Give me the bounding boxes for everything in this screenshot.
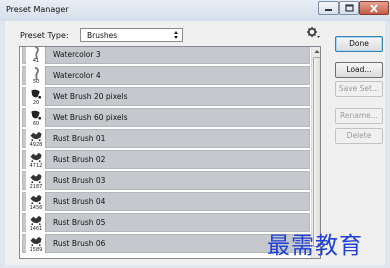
brush-size: 60 bbox=[32, 121, 40, 127]
rename-button[interactable]: Rename... bbox=[335, 108, 383, 124]
maximize-icon bbox=[344, 4, 354, 12]
brush-size: 1456 bbox=[29, 205, 43, 211]
preset-name: Watercolor 4 bbox=[53, 71, 101, 80]
title-bar: Preset Manager bbox=[0, 0, 390, 21]
brush-size: 4712 bbox=[29, 163, 43, 169]
brush-size: 4928 bbox=[29, 142, 43, 148]
preset-row[interactable]: 60 Wet Brush 60 pixels bbox=[22, 107, 310, 128]
preset-name: Rust Brush 05 bbox=[53, 218, 106, 227]
delete-button[interactable]: Delete bbox=[335, 128, 383, 144]
minimize-button[interactable] bbox=[318, 1, 339, 15]
preset-row[interactable]: 4928 Rust Brush 01 bbox=[22, 128, 310, 149]
scroll-thumb[interactable] bbox=[313, 57, 320, 247]
brush-thumbnail: 50 bbox=[26, 66, 46, 85]
brush-thumbnail: 4712 bbox=[26, 150, 46, 169]
brush-thumbnail: 41 bbox=[26, 47, 46, 64]
brush-thumbnail: 1461 bbox=[26, 213, 46, 232]
brush-size: 41 bbox=[32, 58, 40, 64]
gear-icon[interactable] bbox=[306, 26, 320, 40]
preset-row[interactable]: 2187 Rust Brush 03 bbox=[22, 170, 310, 191]
brush-size: 20 bbox=[32, 100, 40, 106]
watermark: 最需教育 bbox=[267, 233, 363, 259]
preset-type-value: Brushes bbox=[87, 31, 118, 40]
preset-name: Watercolor 3 bbox=[53, 50, 101, 59]
preset-name: Rust Brush 04 bbox=[53, 197, 106, 206]
preset-name: Wet Brush 60 pixels bbox=[53, 113, 128, 122]
brush-size: 1461 bbox=[29, 226, 43, 232]
brush-thumbnail: 20 bbox=[26, 87, 46, 106]
window-title: Preset Manager bbox=[6, 5, 69, 14]
brush-thumbnail: 1456 bbox=[26, 192, 46, 211]
close-icon bbox=[370, 3, 378, 13]
preset-row[interactable]: 4712 Rust Brush 02 bbox=[22, 149, 310, 170]
updown-arrows-icon bbox=[174, 31, 178, 39]
brush-thumbnail: 2187 bbox=[26, 171, 46, 190]
preset-row[interactable]: 20 Wet Brush 20 pixels bbox=[22, 86, 310, 107]
brush-thumbnail: 4928 bbox=[26, 129, 46, 148]
brush-thumbnail: 60 bbox=[26, 108, 46, 127]
scroll-up-arrow-icon[interactable] bbox=[312, 47, 321, 56]
preset-name: Rust Brush 02 bbox=[53, 155, 106, 164]
brush-size: 50 bbox=[32, 79, 40, 85]
save-set-button[interactable]: Save Set... bbox=[335, 81, 383, 97]
minimize-icon bbox=[325, 8, 332, 11]
preset-type-label: Preset Type: bbox=[20, 31, 69, 40]
load-button[interactable]: Load... bbox=[335, 62, 383, 78]
preset-name: Rust Brush 06 bbox=[53, 239, 106, 248]
brush-thumbnail: 1589 bbox=[26, 234, 46, 253]
done-button[interactable]: Done bbox=[335, 36, 383, 52]
brush-size: 1589 bbox=[29, 247, 43, 253]
preset-row[interactable]: 41 Watercolor 3 bbox=[22, 47, 310, 65]
preset-row[interactable]: 1456 Rust Brush 04 bbox=[22, 191, 310, 212]
preset-name: Rust Brush 01 bbox=[53, 134, 106, 143]
close-button[interactable] bbox=[359, 1, 389, 15]
preset-row[interactable]: 50 Watercolor 4 bbox=[22, 65, 310, 86]
preset-type-select[interactable]: Brushes bbox=[80, 28, 183, 42]
preset-name: Wet Brush 20 pixels bbox=[53, 92, 128, 101]
maximize-button[interactable] bbox=[339, 1, 359, 15]
preset-name: Rust Brush 03 bbox=[53, 176, 106, 185]
brush-size: 2187 bbox=[29, 184, 43, 190]
